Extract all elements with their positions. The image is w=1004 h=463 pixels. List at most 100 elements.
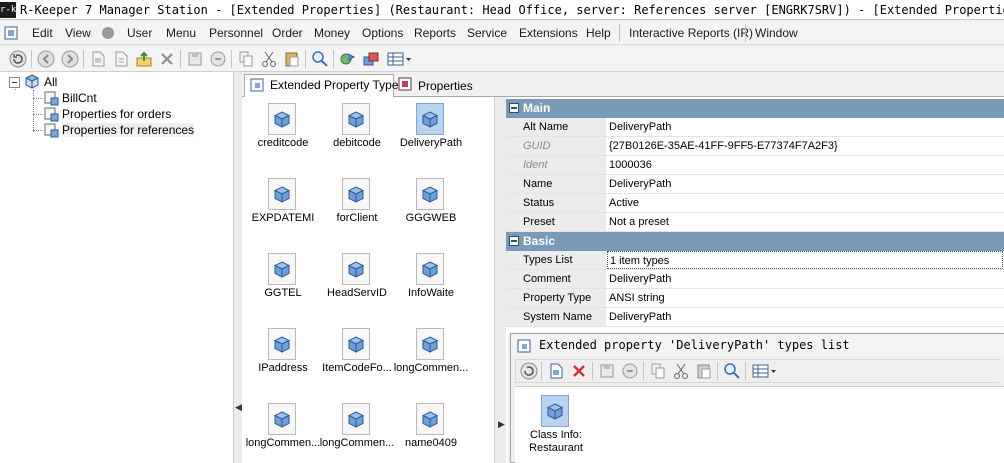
add-type-icon[interactable] — [547, 362, 565, 380]
property-type-item[interactable]: ItemCodeFo... — [318, 324, 396, 396]
new-item-icon[interactable] — [89, 50, 107, 68]
collapse-left-icon[interactable]: ◀ — [235, 402, 242, 413]
menu-money[interactable]: Money — [314, 21, 350, 45]
record-icon[interactable] — [101, 26, 115, 40]
save-icon[interactable] — [186, 50, 204, 68]
collapse-icon[interactable] — [509, 236, 519, 246]
property-row-preset[interactable]: Preset Not a preset — [506, 213, 1004, 232]
property-type-icon — [416, 253, 444, 285]
type-item-restaurant[interactable]: Class Info: Restaurant — [518, 391, 594, 463]
property-row-system-name[interactable]: System Name DeliveryPath — [506, 308, 1004, 327]
menu-service[interactable]: Service — [467, 21, 507, 45]
property-row-property-type[interactable]: Property Type ANSI string — [506, 289, 1004, 308]
section-main[interactable]: Main — [506, 99, 1004, 118]
property-value[interactable]: DeliveryPath — [607, 308, 671, 326]
window-title: R-Keeper 7 Manager Station - [Extended P… — [20, 3, 1004, 17]
property-value[interactable]: DeliveryPath — [607, 118, 671, 136]
collapse-right-icon[interactable]: ▶ — [498, 419, 505, 430]
menu-menu[interactable]: Menu — [166, 21, 196, 45]
menu-bar: Edit View User Menu Personnel Order Mone… — [0, 21, 1004, 45]
tree-node-all[interactable]: All — [44, 74, 57, 90]
property-type-item[interactable]: GGGWEB — [392, 174, 470, 246]
cancel-icon[interactable] — [621, 362, 639, 380]
grid-splitter[interactable]: ▶ — [494, 97, 506, 463]
types-list-window-titlebar[interactable]: Extended property 'DeliveryPath' types l… — [511, 334, 1004, 356]
remove-type-icon[interactable] — [570, 362, 588, 380]
property-value[interactable]: ANSI string — [607, 289, 665, 307]
cut-icon[interactable] — [260, 50, 278, 68]
property-type-item[interactable]: longCommen... — [318, 399, 396, 463]
property-type-label: name0409 — [405, 437, 457, 449]
menu-help[interactable]: Help — [586, 21, 611, 45]
export-icon[interactable] — [135, 50, 153, 68]
property-type-item[interactable]: longCommen... — [244, 399, 322, 463]
menu-window[interactable]: Window — [755, 21, 798, 45]
collapse-icon[interactable] — [509, 103, 519, 113]
tree-node-billcnt[interactable]: BillCnt — [62, 90, 97, 106]
menu-interactive-reports[interactable]: Interactive Reports (IR) — [629, 21, 753, 45]
menu-edit[interactable]: Edit — [32, 21, 53, 45]
grid-view-dropdown-icon[interactable] — [386, 50, 412, 68]
tab-extended-property-types[interactable]: Extended Property Types — [244, 74, 405, 97]
cut-icon[interactable] — [672, 362, 690, 380]
delete-icon[interactable] — [158, 50, 176, 68]
property-type-item[interactable]: longCommen... — [392, 324, 470, 396]
save-icon[interactable] — [598, 362, 616, 380]
paste-icon[interactable] — [695, 362, 713, 380]
tree-node-properties-for-references[interactable]: Properties for references — [62, 122, 195, 138]
property-value[interactable]: DeliveryPath — [607, 175, 671, 193]
refresh-icon[interactable] — [9, 50, 27, 68]
menu-user[interactable]: User — [127, 21, 152, 45]
classifier-icon[interactable] — [362, 50, 380, 68]
tab-properties[interactable]: Properties — [396, 74, 486, 97]
back-icon[interactable] — [37, 50, 55, 68]
menu-reports[interactable]: Reports — [414, 21, 456, 45]
property-row-name[interactable]: Name DeliveryPath — [506, 175, 1004, 194]
property-row-guid[interactable]: GUID {27B0126E-35AE-41FF-9FF5-E77374F7A2… — [506, 137, 1004, 156]
property-row-ident[interactable]: Ident 1000036 — [506, 156, 1004, 175]
type-item-label-line2: Restaurant — [529, 442, 583, 454]
menu-view[interactable]: View — [65, 21, 91, 45]
property-type-item[interactable]: IPaddress — [244, 324, 322, 396]
cancel-icon[interactable] — [209, 50, 227, 68]
grid-view-dropdown-icon[interactable] — [751, 362, 777, 380]
tree-node-properties-for-orders[interactable]: Properties for orders — [62, 106, 171, 122]
search-icon[interactable] — [311, 50, 329, 68]
refresh-icon[interactable] — [520, 362, 538, 380]
menu-options[interactable]: Options — [362, 21, 403, 45]
menu-order[interactable]: Order — [272, 21, 303, 45]
link-icon[interactable] — [339, 50, 357, 68]
copy-icon[interactable] — [649, 362, 667, 380]
tree-collapse-toggle[interactable] — [9, 77, 20, 88]
property-type-item[interactable]: InfoWaite — [392, 249, 470, 321]
forward-icon[interactable] — [61, 50, 79, 68]
document-icon[interactable] — [4, 26, 18, 40]
copy-icon[interactable] — [237, 50, 255, 68]
property-type-item[interactable]: creditcode — [244, 99, 322, 171]
property-type-item[interactable]: debitcode — [318, 99, 396, 171]
property-row-comment[interactable]: Comment DeliveryPath — [506, 270, 1004, 289]
property-row-types-list[interactable]: Types List 1 item types — [506, 251, 1004, 270]
title-bar: r-k R-Keeper 7 Manager Station - [Extend… — [0, 0, 1004, 20]
search-icon[interactable] — [723, 362, 741, 380]
tree-splitter[interactable]: ◀ — [234, 72, 242, 463]
menu-personnel[interactable]: Personnel — [209, 21, 263, 45]
property-value[interactable]: 1 item types — [607, 251, 1003, 269]
property-type-item[interactable]: EXPDATEMI — [244, 174, 322, 246]
property-row-alt-name[interactable]: Alt Name DeliveryPath — [506, 118, 1004, 137]
paste-icon[interactable] — [283, 50, 301, 68]
property-type-item[interactable]: DeliveryPath — [392, 99, 470, 171]
property-type-label: GGTEL — [264, 287, 302, 299]
property-type-label: EXPDATEMI — [251, 212, 315, 224]
property-row-status[interactable]: Status Active — [506, 194, 1004, 213]
property-type-item[interactable]: forClient — [318, 174, 396, 246]
section-basic[interactable]: Basic — [506, 232, 1004, 251]
property-value[interactable]: Not a preset — [607, 213, 669, 231]
property-type-item[interactable]: name0409 — [392, 399, 470, 463]
copy-item-icon[interactable] — [112, 50, 130, 68]
property-type-item[interactable]: GGTEL — [244, 249, 322, 321]
property-value[interactable]: DeliveryPath — [607, 270, 671, 288]
property-type-item[interactable]: HeadServID — [318, 249, 396, 321]
property-value[interactable]: Active — [607, 194, 639, 212]
menu-extensions[interactable]: Extensions — [519, 21, 578, 45]
